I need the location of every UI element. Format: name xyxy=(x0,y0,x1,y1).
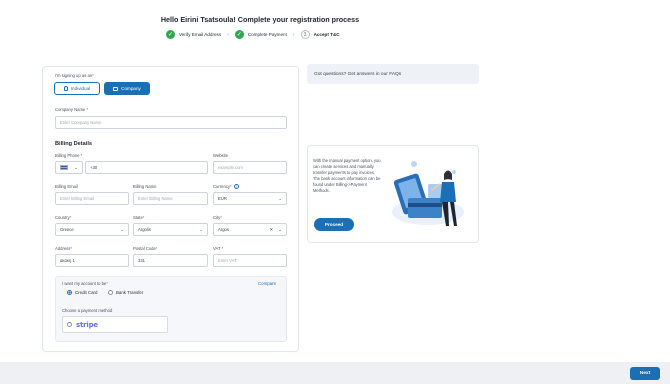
check-icon: ✓ xyxy=(234,30,244,39)
payment-method-label: Choose a payment method xyxy=(62,308,113,313)
country-select[interactable]: Greece ⌄ xyxy=(55,223,129,236)
check-icon: ✓ xyxy=(166,30,175,39)
info-icon[interactable]: i xyxy=(233,184,239,190)
company-name-label: Company Name * xyxy=(55,107,89,112)
website-input[interactable]: example.com xyxy=(213,161,287,174)
postal-code-input[interactable]: 331 xyxy=(133,254,208,267)
address-input[interactable]: ακακη 1 xyxy=(55,254,129,267)
briefcase-icon xyxy=(113,86,119,91)
signing-up-label: I'm signing up as an* xyxy=(55,73,94,78)
compare-link[interactable]: Compare xyxy=(258,281,276,286)
step-verify-email: ✓ Verify Email Address xyxy=(166,30,221,39)
step-label: Complete Payment xyxy=(247,32,287,37)
vat-input[interactable]: Enter VAT xyxy=(213,254,287,267)
billing-phone-input[interactable]: +30 xyxy=(85,161,208,174)
billing-name-input[interactable]: Enter Billing Name xyxy=(133,192,208,205)
payment-illustration xyxy=(392,161,464,226)
country-label: Country* xyxy=(55,215,72,220)
account-type-label: I want my account to be* xyxy=(62,281,108,286)
phone-country-select[interactable]: ⌄ xyxy=(55,161,83,174)
stripe-logo: stripe xyxy=(76,320,98,329)
state-select[interactable]: Argolis ⌄ xyxy=(133,223,208,236)
manual-payment-text: With the manual payment option, you can … xyxy=(313,158,381,193)
billing-details-title: Billing Details xyxy=(55,141,92,147)
chevron-down-icon: ⌄ xyxy=(199,226,203,232)
chevron-right-icon: › xyxy=(227,31,229,38)
user-icon xyxy=(63,86,68,91)
state-label: State* xyxy=(133,215,145,220)
currency-select[interactable]: EUR ⌄ xyxy=(213,192,287,205)
company-name-input[interactable]: Enter Company Name xyxy=(55,116,287,129)
billing-email-input[interactable]: Enter Billing Email xyxy=(55,192,129,205)
vat-label: VAT * xyxy=(213,246,224,251)
billing-email-label: Billing Email xyxy=(55,184,78,189)
billing-name-label: Billing Name xyxy=(133,184,157,189)
individual-button[interactable]: Individual xyxy=(54,82,100,95)
step-complete-payment: ✓ Complete Payment xyxy=(234,30,287,39)
step-number: 3 xyxy=(300,30,310,39)
postal-code-label: Postal Code* xyxy=(133,246,158,251)
chevron-right-icon: › xyxy=(292,31,295,38)
radio-selected-icon xyxy=(67,290,72,295)
chevron-down-icon: ⌄ xyxy=(120,226,124,232)
radio-icon xyxy=(67,322,72,327)
greece-flag-icon xyxy=(60,165,68,170)
proceed-button[interactable]: Proceed xyxy=(314,218,354,231)
city-label: City* xyxy=(213,215,222,220)
chevron-down-icon: ⌄ xyxy=(278,226,282,232)
footer-bar xyxy=(0,362,670,384)
bank-transfer-radio[interactable]: Bank Transfer xyxy=(108,290,143,295)
step-label: Verify Email Address xyxy=(179,32,222,37)
radio-icon xyxy=(108,290,113,295)
step-accept-tc: 3 Accept T&C xyxy=(300,30,340,39)
clear-icon[interactable]: ✕ xyxy=(269,227,273,233)
company-button[interactable]: Company xyxy=(104,82,150,95)
faq-banner[interactable]: Got questions? Get answers in our FAQs xyxy=(307,64,479,84)
website-label: Website xyxy=(213,153,229,158)
credit-card-radio[interactable]: Credit Card xyxy=(67,290,97,295)
stripe-option[interactable]: stripe xyxy=(62,316,168,333)
city-select[interactable]: Argos ✕ ⌄ xyxy=(213,223,287,236)
currency-label: Currency* i xyxy=(213,184,239,190)
chevron-down-icon: ⌄ xyxy=(278,195,282,201)
step-label: Accept T&C xyxy=(313,32,340,37)
page-title: Hello Eirini Tsatsoula! Complete your re… xyxy=(160,15,360,24)
progress-steps: ✓ Verify Email Address › ✓ Complete Paym… xyxy=(166,30,340,39)
address-label: Address* xyxy=(55,246,73,251)
chevron-down-icon: ⌄ xyxy=(74,164,78,170)
next-button[interactable]: Next xyxy=(630,367,660,380)
billing-phone-label: Billing Phone * xyxy=(55,153,83,158)
